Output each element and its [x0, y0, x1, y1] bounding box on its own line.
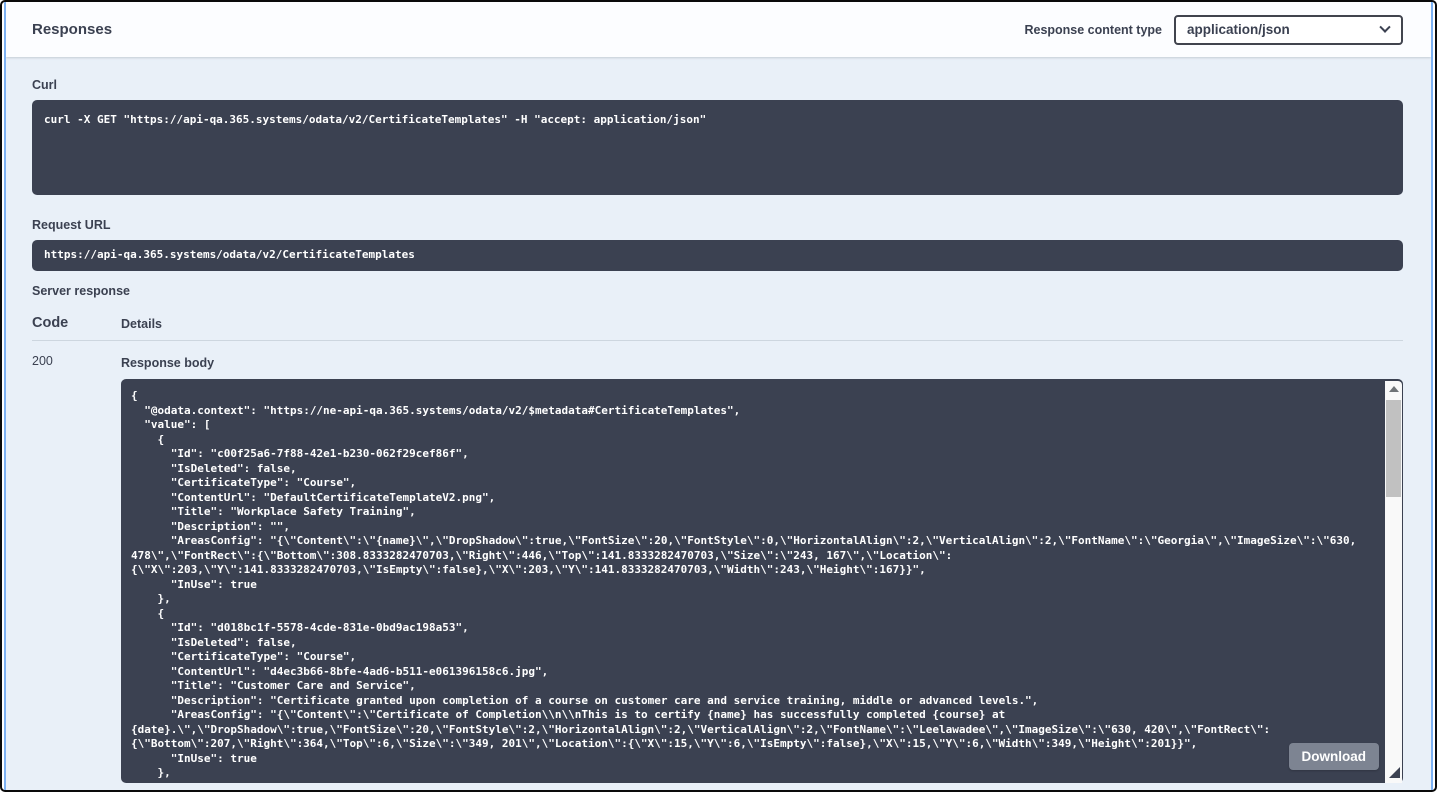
- response-body-text[interactable]: { "@odata.context": "https://ne-api-qa.3…: [121, 379, 1403, 783]
- code-column-header: Code: [32, 315, 121, 331]
- response-content-type-value: application/json: [1187, 22, 1290, 37]
- curl-label: Curl: [32, 78, 1403, 92]
- download-button[interactable]: Download: [1289, 743, 1380, 770]
- scroll-up-button[interactable]: [1385, 381, 1402, 397]
- server-response-label: Server response: [32, 284, 1403, 298]
- response-content-type-select[interactable]: application/json: [1174, 15, 1403, 45]
- request-url-value: https://api-qa.365.systems/odata/v2/Cert…: [32, 240, 1403, 271]
- responses-section-body: Curl curl -X GET "https://api-qa.365.sys…: [6, 78, 1431, 783]
- response-body-scrollbar[interactable]: [1385, 381, 1402, 783]
- response-content-type-label: Response content type: [1024, 23, 1162, 37]
- response-body-label: Response body: [121, 341, 1403, 370]
- screenshot-frame: Responses Response content type applicat…: [0, 0, 1437, 792]
- status-code: 200: [32, 341, 121, 783]
- arrow-up-icon: [1389, 386, 1399, 392]
- response-content-type-control: Response content type application/json: [1024, 15, 1403, 45]
- details-column-header: Details: [121, 317, 162, 331]
- chevron-down-icon: [1379, 21, 1390, 32]
- responses-title: Responses: [32, 21, 112, 38]
- response-details-cell: Response body { "@odata.context": "https…: [121, 341, 1403, 783]
- response-body-container: { "@odata.context": "https://ne-api-qa.3…: [121, 379, 1403, 783]
- resize-grip-icon[interactable]: [1389, 767, 1400, 778]
- request-url-label: Request URL: [32, 218, 1403, 232]
- responses-section-header: Responses Response content type applicat…: [6, 2, 1431, 57]
- response-row-200: 200 Response body { "@odata.context": "h…: [32, 341, 1403, 783]
- curl-command-block[interactable]: curl -X GET "https://api-qa.365.systems/…: [32, 100, 1403, 195]
- operation-block: Responses Response content type applicat…: [4, 2, 1433, 790]
- server-response-table-header: Code Details: [32, 315, 1403, 331]
- scrollbar-thumb[interactable]: [1386, 400, 1401, 497]
